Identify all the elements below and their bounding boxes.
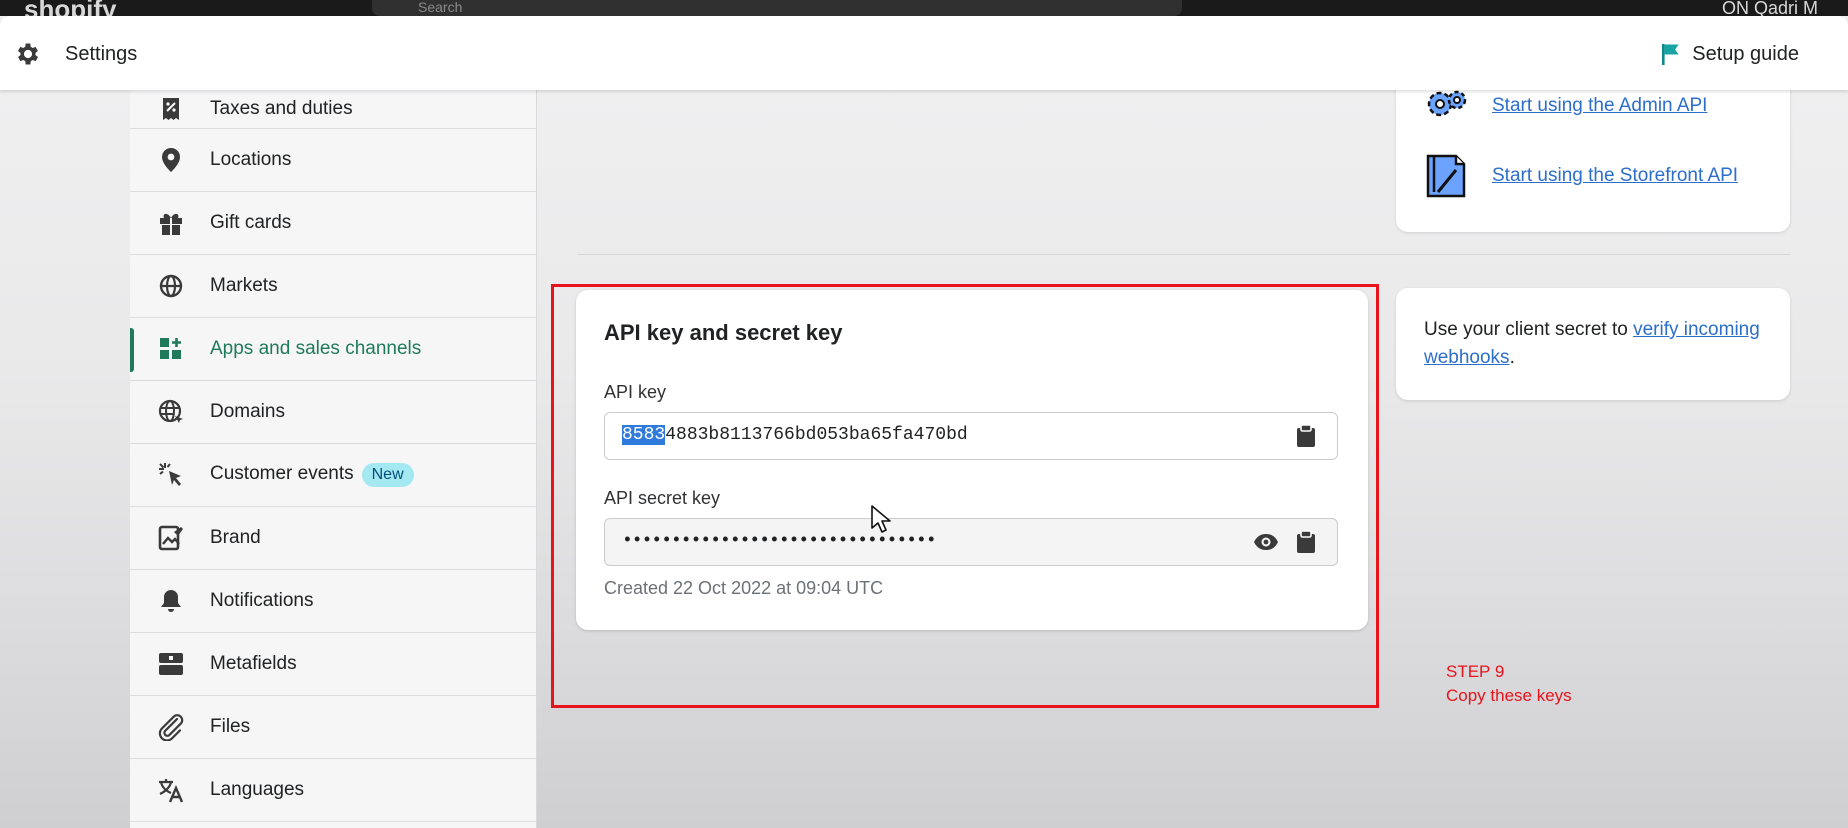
sidebar-item-markets[interactable]: Markets [130, 255, 536, 318]
sidebar-item-label: Markets [210, 275, 278, 296]
settings-sidebar: Taxes and duties Locations Gift cards Ma… [130, 90, 537, 828]
step-number: STEP 9 [1446, 662, 1505, 681]
new-badge: New [361, 463, 414, 487]
apps-icon [156, 334, 186, 364]
sidebar-item-label: Apps and sales channels [210, 338, 422, 359]
storefront-api-link[interactable]: Start using the Storefront API [1492, 165, 1738, 187]
api-resources-card: Start using the Admin API Start using th… [1396, 72, 1790, 232]
bell-icon [156, 586, 186, 616]
sidebar-item-files[interactable]: Files [130, 696, 536, 759]
sidebar-item-customer-events[interactable]: Customer events New [130, 444, 536, 507]
verify-webhooks-card: Use your client secret to verify incomin… [1396, 288, 1790, 400]
highlight-box [551, 284, 1379, 708]
setup-guide-button[interactable]: Setup guide [1660, 42, 1799, 66]
translate-icon [156, 775, 186, 805]
cursor-click-icon [156, 460, 186, 490]
sidebar-item-notifications[interactable]: Notifications [130, 570, 536, 633]
location-pin-icon [156, 145, 186, 175]
sidebar-item-locations[interactable]: Locations [130, 129, 536, 192]
sidebar-item-domains[interactable]: Domains [130, 381, 536, 444]
sidebar-item-label: Customer events New [210, 463, 414, 487]
sidebar-item-brand[interactable]: Brand [130, 507, 536, 570]
sidebar-item-label: Notifications [210, 590, 314, 611]
sidebar-item-label: Files [210, 716, 251, 737]
admin-api-link[interactable]: Start using the Admin API [1492, 95, 1707, 117]
gift-icon [156, 208, 186, 238]
sidebar-item-gift-cards[interactable]: Gift cards [130, 192, 536, 255]
page-title: Settings [65, 43, 138, 65]
section-divider [578, 254, 1790, 255]
sidebar-item-label: Gift cards [210, 212, 292, 233]
sidebar-item-metafields[interactable]: Metafields [130, 633, 536, 696]
sidebar-item-label: Metafields [210, 653, 297, 674]
gear-icon [17, 43, 39, 65]
setup-guide-label: Setup guide [1692, 42, 1799, 65]
metafields-icon [156, 649, 186, 679]
sidebar-item-label: Brand [210, 527, 261, 548]
admin-top-bar: shopify Search ON Qadri M [0, 0, 1848, 16]
verify-webhooks-text: Use your client secret to verify incomin… [1424, 319, 1760, 368]
admin-user-menu[interactable]: ON Qadri M [1722, 0, 1818, 16]
mouse-cursor-icon [871, 505, 891, 533]
step-annotation: STEP 9 Copy these keys [1446, 660, 1572, 708]
paperclip-icon [156, 712, 186, 742]
sidebar-item-languages[interactable]: Languages [130, 759, 536, 822]
admin-api-gears-icon [1427, 90, 1467, 117]
sidebar-item-label: Taxes and duties [210, 98, 353, 119]
admin-api-row: Start using the Admin API [1424, 86, 1707, 126]
sidebar-item-taxes[interactable]: Taxes and duties [130, 90, 536, 129]
globe-icon [156, 271, 186, 301]
sidebar-item-label: Domains [210, 401, 285, 422]
sidebar-item-label: Locations [210, 149, 292, 170]
sidebar-item-label: Languages [210, 779, 305, 800]
admin-search-input[interactable]: Search [372, 0, 1182, 16]
sidebar-item-apps[interactable]: Apps and sales channels [130, 318, 536, 381]
settings-header: Settings Setup guide [0, 16, 1848, 90]
storefront-api-document-icon [1426, 154, 1466, 198]
storefront-api-row: Start using the Storefront API [1424, 152, 1738, 200]
brand-icon [156, 523, 186, 553]
flag-icon [1662, 44, 1679, 65]
taxes-icon [156, 94, 186, 124]
domains-globe-icon [156, 397, 186, 427]
shopify-logo[interactable]: shopify [24, 0, 116, 16]
step-instruction: Copy these keys [1446, 686, 1572, 705]
